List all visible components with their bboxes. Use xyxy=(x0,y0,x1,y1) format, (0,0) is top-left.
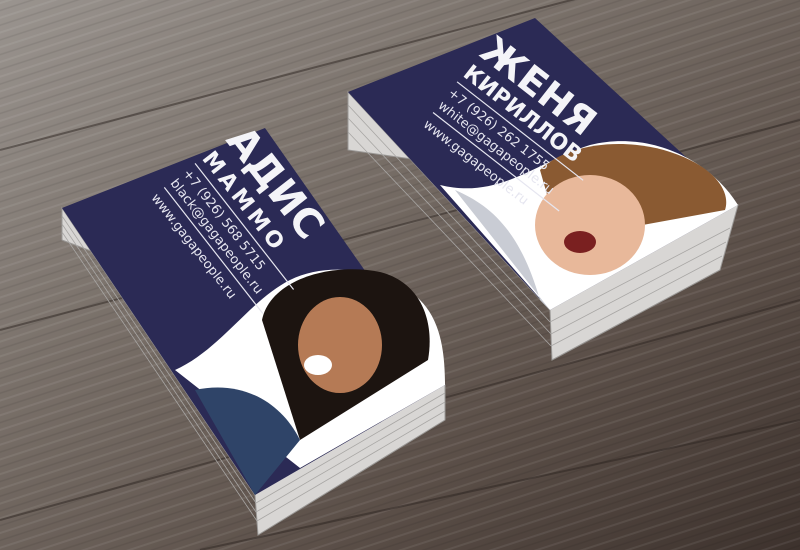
portrait-mouth xyxy=(304,355,332,375)
photo-scene: АДИС МАММО +7 (926) 568 5715 black@gagap… xyxy=(0,0,800,550)
portrait-face xyxy=(298,297,382,393)
portrait-mouth xyxy=(564,231,596,253)
